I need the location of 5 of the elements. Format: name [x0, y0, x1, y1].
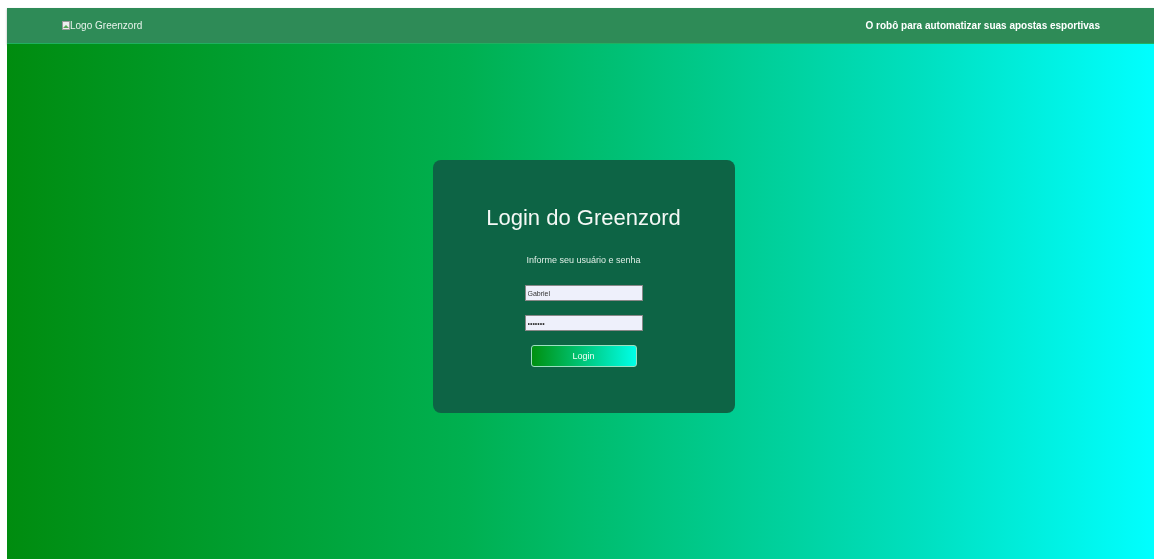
tagline: O robô para automatizar suas apostas esportivas: [865, 20, 1100, 31]
login-title: Login do Greenzord: [486, 205, 681, 231]
login-subtitle: Informe seu usuário e senha: [526, 255, 641, 265]
broken-image-icon: [62, 21, 70, 30]
logo-image: Logo Greenzord: [62, 20, 143, 31]
